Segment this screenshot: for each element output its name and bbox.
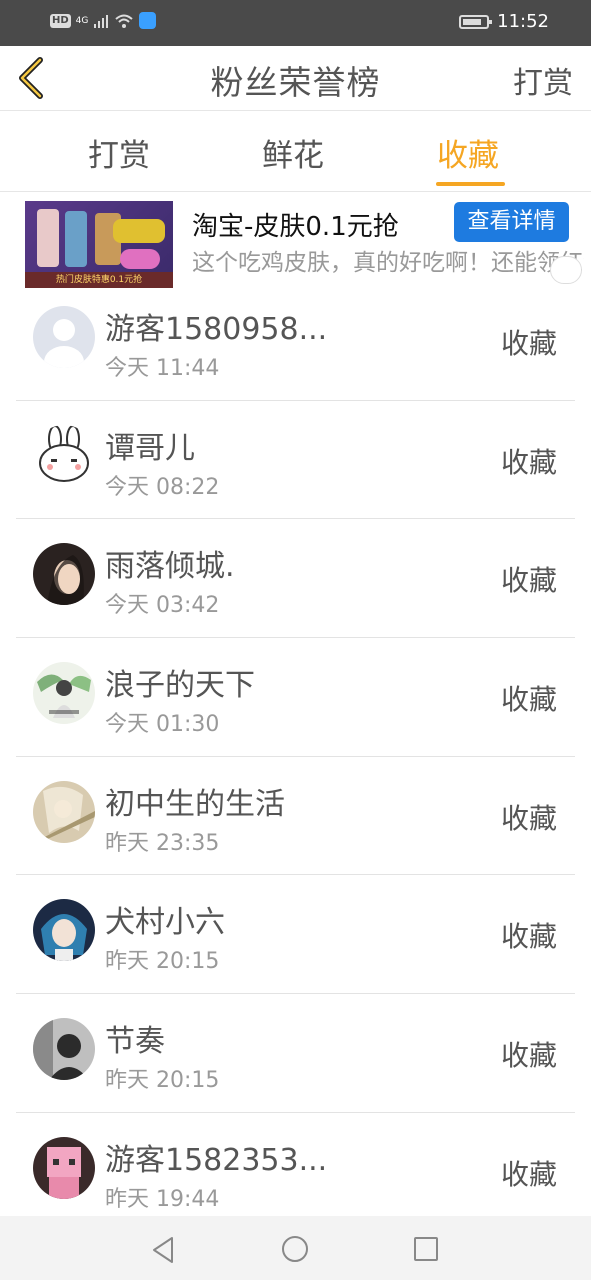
status-icons-left: HD 4G [50,12,157,29]
fan-name: 初中生的生活 [105,786,285,822]
list-item[interactable]: 游客1582353... 昨天 19:44 收藏 [0,1113,591,1232]
tab-flowers[interactable]: 鲜花 [262,130,324,175]
fan-name: 谭哥儿 [105,430,195,466]
fan-name: 犬村小六 [105,905,225,941]
fan-name: 节奏 [105,1024,165,1060]
fan-name: 游客1580958... [105,312,328,347]
list-item[interactable]: 犬村小六 昨天 20:15 收藏 [0,875,591,995]
fan-time: 昨天 20:15 [105,949,220,975]
woman-portrait-avatar [33,543,95,606]
ad-close-icon[interactable] [550,256,582,284]
fan-name: 浪子的天下 [105,668,255,704]
fan-time: 今天 01:30 [105,712,220,738]
fan-time: 今天 03:42 [105,593,220,619]
action-label: 收藏 [500,1157,557,1191]
default-avatar [33,306,95,368]
anime-avatar [33,780,95,843]
active-tab-indicator [436,182,505,186]
action-label: 收藏 [500,1039,557,1073]
fan-time: 昨天 19:44 [105,1186,220,1212]
list-item[interactable]: 谭哥儿 今天 08:22 收藏 [0,401,591,520]
battery-icon [459,14,493,29]
action-label: 收藏 [500,327,557,360]
tab-reward[interactable]: 打赏 [88,130,150,175]
ad-details-button[interactable]: 查看详情 [454,202,569,242]
app-notification-icon [139,12,157,29]
ad-banner[interactable]: 热门皮肤特惠0.1元抢 淘宝-皮肤0.1元抢 查看详情 这个吃鸡皮肤，真的好吃啊… [0,198,591,290]
fan-time: 昨天 20:15 [105,1068,220,1094]
action-label: 收藏 [500,564,557,598]
list-item[interactable]: 雨落倾城. 今天 03:42 收藏 [0,519,591,639]
app-header: 粉丝荣誉榜 打赏 [0,46,591,111]
action-label: 收藏 [500,801,557,835]
page-title: 粉丝荣誉榜 [210,63,381,102]
fan-list: 游客1580958... 今天 11:44 收藏 谭哥儿 今天 08:22 收藏 [0,282,591,1232]
ad-image[interactable]: 热门皮肤特惠0.1元抢 [25,201,173,288]
action-label: 收藏 [500,920,557,954]
fan-name: 游客1582353... [105,1142,328,1178]
clock: 11:52 [497,11,549,32]
status-bar: HD 4G 11:52 [0,0,591,46]
list-item[interactable]: 初中生的生活 昨天 23:35 收藏 [0,757,591,876]
system-nav-bar [0,1216,591,1280]
nav-recent-apps-icon[interactable] [414,1237,438,1261]
fan-time: 今天 08:22 [105,474,220,500]
fan-time: 昨天 23:35 [105,830,220,856]
wifi-icon [115,14,134,28]
reward-button[interactable]: 打赏 [513,58,573,102]
photo-avatar [33,1018,95,1081]
signal-icon [94,14,109,28]
status-icons-right: 11:52 [459,11,549,32]
hd-badge: HD [50,13,71,28]
nav-back-icon[interactable] [150,1236,176,1264]
pink-character-avatar [33,1136,95,1199]
anime-dark-avatar [33,899,95,962]
ad-title: 淘宝-皮肤0.1元抢 [192,212,399,242]
tab-bar: 打赏 鲜花 收藏 [0,112,591,192]
action-label: 收藏 [500,445,557,479]
list-item[interactable]: 游客1580958... 今天 11:44 收藏 [0,282,591,401]
list-item[interactable]: 浪子的天下 今天 01:30 收藏 [0,638,591,757]
fan-time: 今天 11:44 [105,356,220,381]
list-item[interactable]: 节奏 昨天 20:15 收藏 [0,994,591,1113]
rabbit-avatar [33,424,95,487]
network-type: 4G [75,15,89,26]
ink-painting-avatar [33,662,95,725]
nav-home-icon[interactable] [282,1236,308,1262]
action-label: 收藏 [500,683,557,717]
tab-favorites[interactable]: 收藏 [437,130,499,175]
fan-name: 雨落倾城. [105,549,235,585]
